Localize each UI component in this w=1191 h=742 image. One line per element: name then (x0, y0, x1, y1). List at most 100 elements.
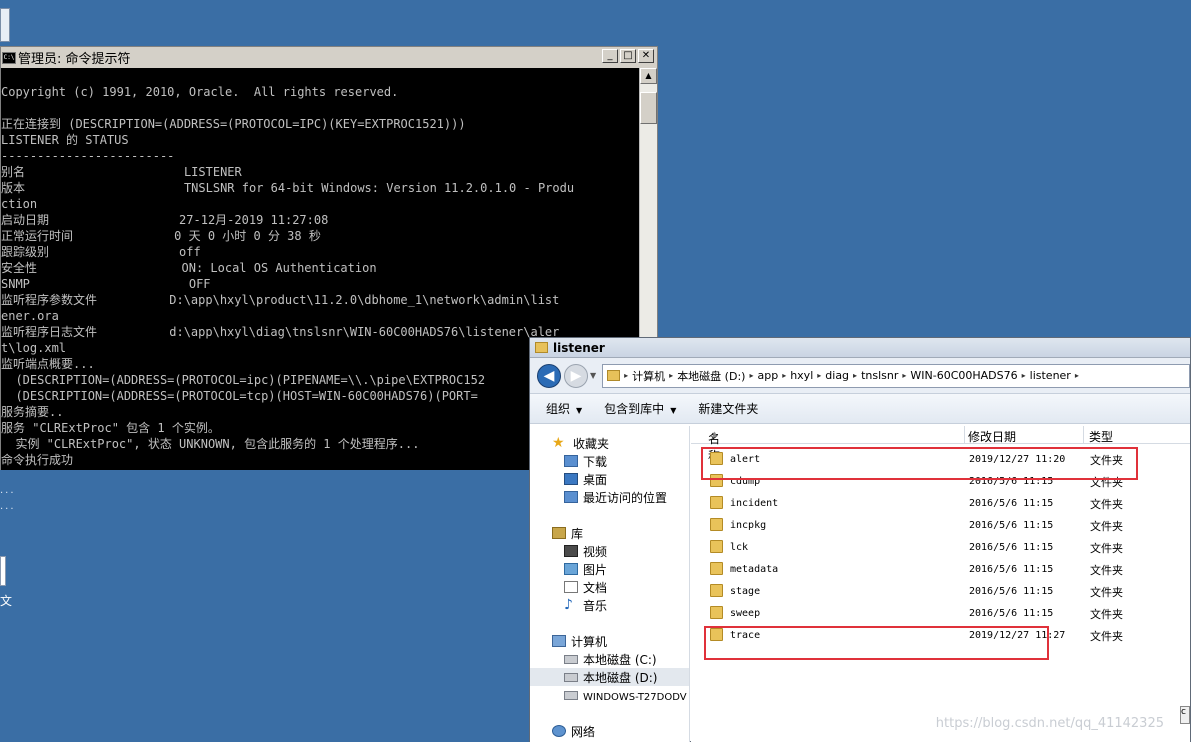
desktop-icon[interactable] (0, 556, 6, 586)
file-list[interactable]: 名称▲ 修改日期 类型 alert2019/12/27 11:20文件夹cdum… (691, 426, 1190, 742)
file-type: 文件夹 (1090, 498, 1123, 511)
scroll-up-arrow-icon[interactable]: ▲ (640, 68, 657, 84)
file-row[interactable]: stage 2016/5/6 11:15 文件夹 (691, 580, 1190, 602)
console-line: 启动日期 27-12月-2019 11:27:08 (1, 213, 329, 227)
maximize-button[interactable]: □ (620, 49, 636, 63)
breadcrumb-chevron-icon[interactable]: ▸ (749, 371, 753, 380)
nav-item-libraries[interactable]: 库 (552, 524, 583, 542)
file-name: sweep (730, 608, 761, 619)
recent-places-icon (564, 491, 578, 503)
breadcrumb-item[interactable]: diag (825, 369, 849, 382)
breadcrumb-chevron-icon[interactable]: ▸ (853, 371, 857, 380)
new-folder-button[interactable]: 新建文件夹 (698, 400, 758, 417)
cmd-app-icon: C:\ (2, 51, 16, 64)
nav-item-favorites[interactable]: ★ 收藏夹 (552, 434, 609, 452)
console-line: SNMP OFF (1, 277, 211, 291)
nav-item-desktop[interactable]: 桌面 (564, 470, 607, 488)
breadcrumb-chevron-icon[interactable]: ▸ (782, 371, 786, 380)
scroll-thumb[interactable] (640, 92, 657, 124)
console-line: t\log.xml (1, 341, 67, 355)
breadcrumb-chevron-icon[interactable]: ▸ (1075, 371, 1079, 380)
nav-item-recent[interactable]: 最近访问的位置 (564, 488, 667, 506)
explorer-window[interactable]: listener ◀ ▶ ▼ ▸ 计算机 ▸ 本地磁盘 (D:) ▸ app ▸ hxyl ▸ d… (529, 337, 1191, 742)
breadcrumb-item[interactable]: app (757, 369, 778, 382)
console-line: Copyright (c) 1991, 2010, Oracle. All ri… (1, 85, 399, 99)
breadcrumb-chevron-icon[interactable]: ▸ (1022, 371, 1026, 380)
file-type: 文件夹 (1090, 608, 1123, 621)
nav-item-documents[interactable]: 文档 (564, 578, 607, 596)
file-date: 2016/5/6 11:15 (969, 498, 1054, 509)
highlight-box-trace (704, 626, 1049, 660)
file-row[interactable]: incident 2016/5/6 11:15 文件夹 (691, 492, 1190, 514)
console-line: LISTENER 的 STATUS (1, 133, 129, 147)
history-chevron-down-icon[interactable]: ▼ (590, 371, 596, 380)
include-library-button[interactable]: 包含到库中 ▼ (604, 400, 676, 417)
column-headers: 名称▲ 修改日期 类型 (691, 426, 1190, 463)
desktop-icon[interactable] (0, 8, 10, 42)
column-header-date[interactable]: 修改日期 (968, 428, 1016, 445)
file-type: 文件夹 (1090, 564, 1123, 577)
file-row[interactable]: metadata 2016/5/6 11:15 文件夹 (691, 558, 1190, 580)
address-bar[interactable]: ▸ 计算机 ▸ 本地磁盘 (D:) ▸ app ▸ hxyl ▸ diag ▸ tnslsnr ▸ WIN… (602, 363, 1190, 388)
console-line: 服务 "CLRExtProc" 包含 1 个实例。 (1, 421, 220, 435)
file-row[interactable]: lck 2016/5/6 11:15 文件夹 (691, 536, 1190, 558)
library-icon (552, 527, 566, 539)
navigation-pane[interactable]: ★ 收藏夹 下载 桌面 最近访问的位置 库 视频 图片 文档 ♪ 音乐 计算机 本地… (530, 426, 690, 742)
folder-icon (710, 518, 723, 531)
desktop-dots: ··· (0, 488, 16, 499)
minimize-button[interactable]: _ (602, 49, 618, 63)
organize-button[interactable]: 组织 ▼ (546, 400, 582, 417)
breadcrumb-chevron-icon[interactable]: ▸ (669, 371, 673, 380)
file-type: 文件夹 (1090, 520, 1123, 533)
nav-item-computer[interactable]: 计算机 (552, 632, 607, 650)
explorer-titlebar[interactable]: listener (530, 338, 1190, 358)
file-type: 文件夹 (1090, 542, 1123, 555)
address-bar-row: ◀ ▶ ▼ ▸ 计算机 ▸ 本地磁盘 (D:) ▸ app ▸ hxyl ▸ diag ▸ tnsls… (530, 358, 1190, 394)
nav-item-disk-d[interactable]: 本地磁盘 (D:) (530, 668, 689, 686)
nav-item-network-drive[interactable]: WINDOWS-T27DODV 上 (564, 686, 689, 704)
breadcrumb-item[interactable]: listener (1030, 369, 1071, 382)
explorer-title: listener (553, 340, 605, 355)
folder-icon (607, 370, 621, 381)
breadcrumb-item[interactable]: tnslsnr (861, 369, 898, 382)
nav-item-pictures[interactable]: 图片 (564, 560, 607, 578)
file-row[interactable]: incpkg 2016/5/6 11:15 文件夹 (691, 514, 1190, 536)
breadcrumb-chevron-icon[interactable]: ▸ (902, 371, 906, 380)
folder-icon (535, 342, 548, 353)
file-type: 文件夹 (1090, 586, 1123, 599)
nav-item-music[interactable]: ♪ 音乐 (564, 596, 607, 614)
video-icon (564, 545, 578, 557)
breadcrumb-item[interactable]: 计算机 (632, 368, 665, 384)
nav-item-network[interactable]: 网络 (552, 722, 595, 740)
cmd-title: 管理员: 命令提示符 (18, 52, 131, 67)
cmd-titlebar[interactable]: C:\ 管理员: 命令提示符 _ □ ✕ (1, 47, 657, 68)
breadcrumb-item[interactable]: WIN-60C00HADS76 (910, 369, 1017, 382)
close-button[interactable]: ✕ (638, 49, 654, 63)
desktop-dots: ··· (0, 504, 16, 515)
music-icon: ♪ (564, 597, 573, 613)
folder-icon (710, 584, 723, 597)
disk-icon (564, 654, 578, 664)
downloads-icon (564, 455, 578, 467)
nav-item-downloads[interactable]: 下载 (564, 452, 607, 470)
breadcrumb-item[interactable]: hxyl (790, 369, 813, 382)
file-name: lck (730, 542, 749, 553)
file-date: 2016/5/6 11:15 (969, 520, 1054, 531)
file-name: incpkg (730, 520, 767, 531)
file-date: 2016/5/6 11:15 (969, 542, 1054, 553)
breadcrumb-item[interactable]: 本地磁盘 (D:) (677, 368, 745, 384)
breadcrumb-chevron-icon[interactable]: ▸ (817, 371, 821, 380)
nav-item-videos[interactable]: 视频 (564, 542, 607, 560)
cmd-output: Copyright (c) 1991, 2010, Oracle. All ri… (1, 68, 574, 468)
console-line: (DESCRIPTION=(ADDRESS=(PROTOCOL=ipc)(PIP… (1, 373, 486, 387)
overlay-button[interactable]: c (1180, 706, 1190, 724)
console-line: 跟踪级别 off (1, 245, 201, 259)
back-arrow-icon[interactable]: ◀ (537, 363, 561, 388)
file-row[interactable]: sweep 2016/5/6 11:15 文件夹 (691, 602, 1190, 624)
column-header-type[interactable]: 类型 (1089, 428, 1113, 445)
forward-arrow-icon[interactable]: ▶ (564, 363, 588, 388)
nav-item-disk-c[interactable]: 本地磁盘 (C:) (564, 650, 657, 668)
console-line: 监听程序参数文件 D:\app\hxyl\product\11.2.0\dbho… (1, 293, 560, 307)
